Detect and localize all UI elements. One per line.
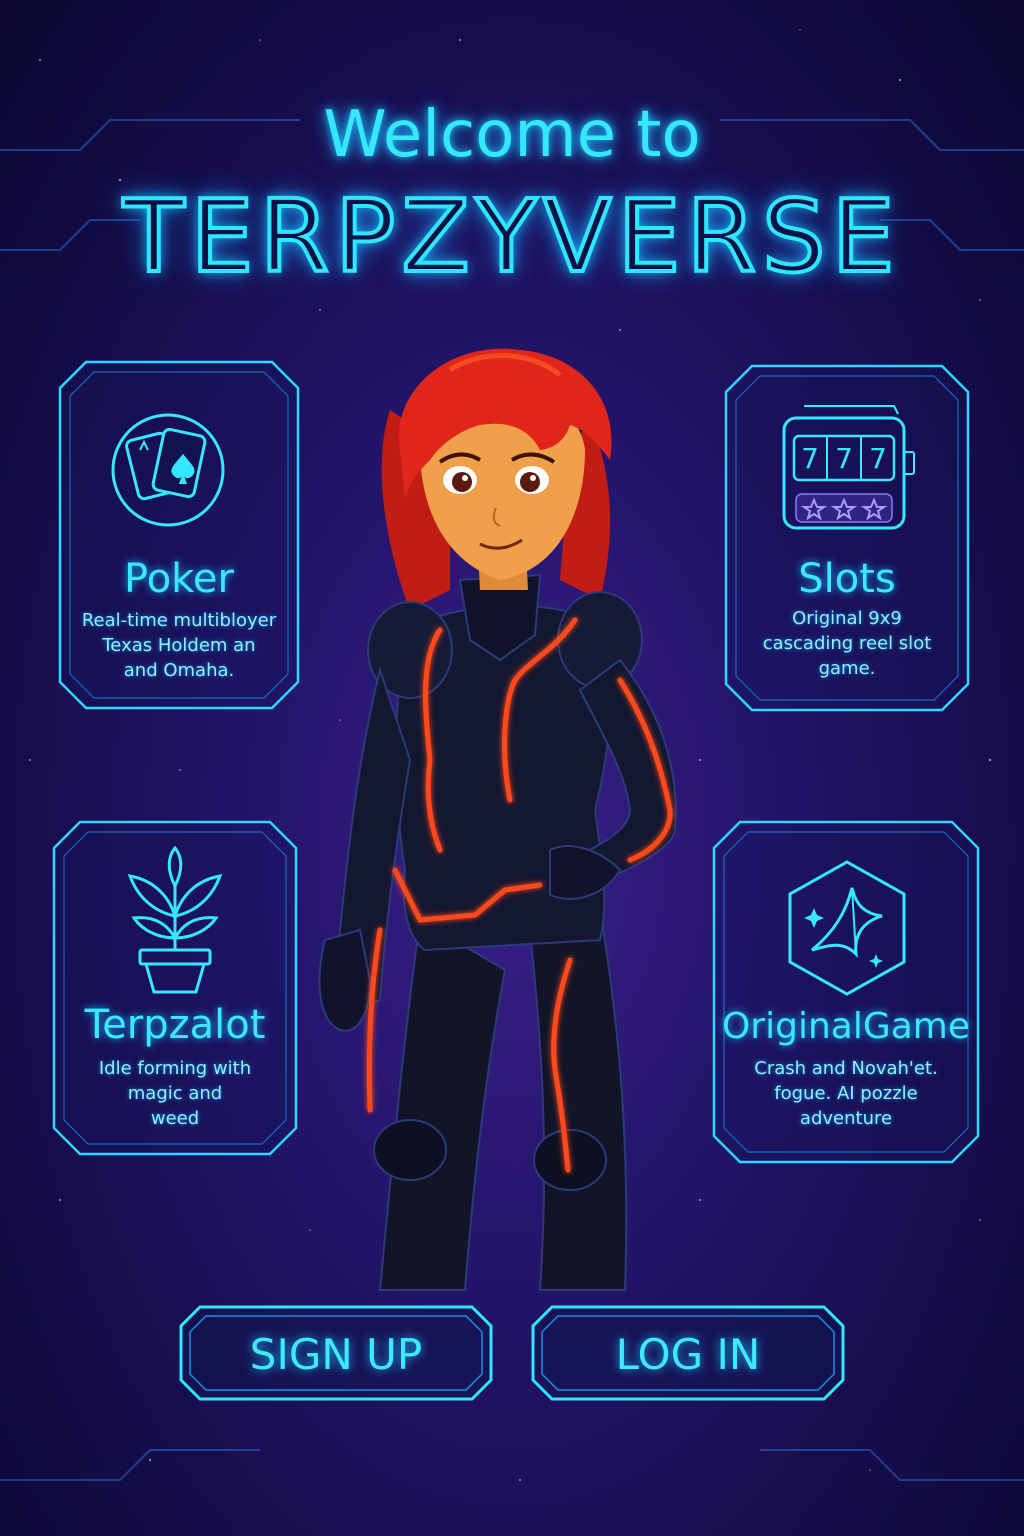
terpzalot-description: Idle forming with magic and weed bbox=[98, 1058, 252, 1129]
welcome-heading: Welcome to bbox=[323, 98, 701, 172]
reel-symbol: 7 bbox=[835, 442, 853, 475]
sign-up-button[interactable]: SIGN UP bbox=[178, 1304, 494, 1402]
slots-description: Original 9x9 cascading reel slot game. bbox=[762, 608, 932, 679]
hero-character-illustration bbox=[318, 348, 677, 1291]
log-in-label: LOG IN bbox=[615, 1330, 761, 1379]
reel-symbol: 7 bbox=[869, 442, 887, 475]
game-card-terpzalot[interactable]: Terpzalot Idle forming with magic and we… bbox=[50, 818, 300, 1158]
poker-label: Poker bbox=[124, 556, 234, 602]
slot-machine-icon: 7 7 7 bbox=[782, 405, 915, 530]
originalgame-description: Crash and Novah'et. fogue. AI pozzle adv… bbox=[754, 1058, 938, 1129]
potted-plant-icon bbox=[127, 846, 223, 994]
playing-cards-icon bbox=[111, 413, 225, 527]
terpzalot-label: Terpzalot bbox=[84, 1002, 266, 1048]
sign-up-label: SIGN UP bbox=[249, 1330, 423, 1379]
slots-label: Slots bbox=[798, 556, 896, 602]
crystal-hexagon-icon bbox=[788, 860, 906, 996]
poker-description: Real-time multibloyer Texas Holdem an an… bbox=[81, 610, 277, 681]
originalgame-label: OriginalGame bbox=[721, 1006, 971, 1047]
game-card-poker[interactable]: Poker Real-time multibloyer Texas Holdem… bbox=[56, 358, 302, 712]
reel-symbol: 7 bbox=[801, 442, 819, 475]
game-card-slots[interactable]: 7 7 7 Slots Original 9x9 cascading reel … bbox=[722, 362, 972, 714]
brand-title: TERPZYVERSE bbox=[121, 176, 901, 297]
game-card-originalgame[interactable]: OriginalGame Crash and Novah'et. fogue. … bbox=[710, 818, 982, 1166]
log-in-button[interactable]: LOG IN bbox=[530, 1304, 846, 1402]
